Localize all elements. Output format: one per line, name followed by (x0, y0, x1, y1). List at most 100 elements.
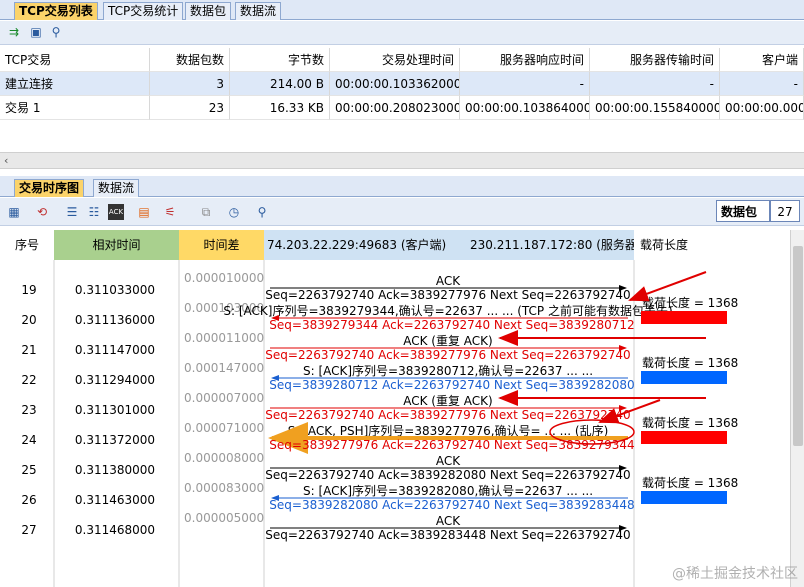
search-icon-2[interactable]: ⚲ (254, 204, 270, 220)
seq-line-text: Seq=2263792740 Ack=3839277976 Next Seq=2… (265, 408, 630, 422)
sequence-diagram: 19 0.311033000 0.000010000 ACK Seq=22637… (21, 260, 738, 587)
color-icon[interactable]: ▤ (136, 204, 152, 220)
row2-server-transfer[interactable]: 00:00:00.155840000 (590, 96, 720, 120)
row1-name[interactable]: 建立连接 (0, 72, 150, 96)
col-header-server-transfer[interactable]: 服务器传输时间 (590, 48, 720, 72)
seq-line-text: Seq=2263792740 Ack=3839277976 Next Seq=2… (265, 288, 630, 302)
seq-line-text: S: [ACK]序列号=3839279344,确认号=22637 ... ...… (223, 303, 672, 318)
seq-line-text: Seq=2263792740 Ack=3839283448 Next Seq=2… (265, 528, 630, 542)
tab-transaction-sequence[interactable]: 交易时序图 (14, 179, 85, 197)
row-no: 19 (21, 283, 36, 297)
row1-bytes[interactable]: 214.00 B (230, 72, 330, 96)
top-toolbar: ⇉ ▣ ⚲ (0, 21, 804, 45)
tab-tcp-transaction-stats[interactable]: TCP交易统计 (103, 2, 184, 20)
payload-bar (641, 311, 727, 324)
row2-bytes[interactable]: 16.33 KB (230, 96, 330, 120)
row-rel-time: 0.311147000 (75, 343, 155, 357)
payload-bar (641, 431, 727, 444)
seq-header-endpoints: 74.203.22.229:49683 (客户端) 230.211.187.17… (264, 230, 634, 260)
payload-label: 载荷长度 = 1368 (642, 475, 738, 490)
row1-client[interactable]: - (720, 72, 804, 96)
row2-transaction-time[interactable]: 00:00:00.208023000 (330, 96, 460, 120)
tab-bottom-data-flow[interactable]: 数据流 (93, 179, 140, 197)
list-icon[interactable]: ☰ (64, 204, 80, 220)
row-rel-time: 0.311380000 (75, 463, 155, 477)
col-header-bytes[interactable]: 字节数 (230, 48, 330, 72)
packet-counter-value: 27 (770, 200, 800, 222)
row1-server-response[interactable]: - (460, 72, 590, 96)
seq-line-text: Seq=3839277976 Ack=2263792740 Next Seq=3… (269, 438, 634, 452)
row1-transaction-time[interactable]: 00:00:00.103362000 (330, 72, 460, 96)
row-no: 23 (21, 403, 36, 417)
row-rel-time: 0.311301000 (75, 403, 155, 417)
sequence-toolbar: ▦ ⟲ ☰ ☷ ACK ▤ ⚟ ⧉ ◷ ⚲ 数据包 27 (0, 198, 804, 226)
row-rel-time: 0.311463000 (75, 493, 155, 507)
tab-packets[interactable]: 数据包 (185, 2, 232, 20)
row-time-diff: 0.000083000 (184, 481, 264, 495)
payload-bar (641, 491, 727, 504)
row2-client[interactable]: 00:00:00.0000 (720, 96, 804, 120)
row1-server-transfer[interactable]: - (590, 72, 720, 96)
top-tab-bar: TCP交易列表 TCP交易统计 数据包 数据流 (0, 0, 804, 20)
row-time-diff: 0.000071000 (184, 421, 264, 435)
seq-line-text: Seq=2263792740 Ack=3839277976 Next Seq=2… (265, 348, 630, 362)
payload-label: 载荷长度 = 1368 (642, 295, 738, 310)
seq-line-text: ACK (436, 514, 461, 528)
row-time-diff: 0.000147000 (184, 361, 264, 375)
transaction-grid: TCP交易 数据包数 字节数 交易处理时间 服务器响应时间 服务器传输时间 客户… (0, 46, 804, 150)
row-rel-time: 0.311136000 (75, 313, 155, 327)
ack-icon[interactable]: ACK (108, 204, 124, 220)
filter-icon[interactable]: ⚟ (162, 204, 178, 220)
row-no: 27 (21, 523, 36, 537)
row-no: 22 (21, 373, 36, 387)
seq-line-text: Seq=3839280712 Ack=2263792740 Next Seq=3… (269, 378, 634, 392)
clock-icon[interactable]: ◷ (226, 204, 242, 220)
seq-header-no: 序号 (0, 230, 54, 260)
row2-packets[interactable]: 23 (150, 96, 230, 120)
row2-name[interactable]: 交易 1 (0, 96, 150, 120)
export-icon[interactable]: ⇉ (6, 24, 22, 40)
seq-line-text: S: [ACK]序列号=3839282080,确认号=22637 ... ... (303, 483, 593, 498)
row-rel-time: 0.311372000 (75, 433, 155, 447)
seq-line-text: S: [ACK, PSH]序列号=3839277976,确认号= ... ...… (288, 423, 609, 438)
row-no: 26 (21, 493, 36, 507)
row-time-diff: 0.000008000 (184, 451, 264, 465)
row-time-diff: 0.000011000 (184, 331, 264, 345)
seq-line-text: ACK (重复 ACK) (403, 394, 493, 408)
row-no: 25 (21, 463, 36, 477)
col-header-client[interactable]: 客户端 (720, 48, 804, 72)
vertical-scrollbar[interactable] (790, 230, 804, 587)
horizontal-scrollbar[interactable]: ‹ (0, 152, 804, 169)
seq-header-time-diff[interactable]: 时间差 (179, 230, 264, 260)
refresh-icon[interactable]: ⟲ (34, 204, 50, 220)
row1-packets[interactable]: 3 (150, 72, 230, 96)
col-header-server-response[interactable]: 服务器响应时间 (460, 48, 590, 72)
seq-line-text: S: [ACK]序列号=3839280712,确认号=22637 ... ... (303, 363, 593, 378)
save-icon[interactable]: ▣ (28, 24, 44, 40)
seq-line-text: Seq=3839282080 Ack=2263792740 Next Seq=3… (269, 498, 634, 512)
row-rel-time: 0.311294000 (75, 373, 155, 387)
payload-label: 载荷长度 = 1368 (642, 355, 738, 370)
row-rel-time: 0.311033000 (75, 283, 155, 297)
seq-line-text: ACK (436, 454, 461, 468)
seq-header-payload: 载荷长度 (634, 230, 790, 260)
seq-header-relative-time[interactable]: 相对时间 (54, 230, 179, 260)
grid-icon[interactable]: ▦ (6, 204, 22, 220)
scroll-left-icon[interactable]: ‹ (4, 153, 8, 169)
col-header-packet-count[interactable]: 数据包数 (150, 48, 230, 72)
watermark: @稀土掘金技术社区 (672, 566, 798, 582)
list-detail-icon[interactable]: ☷ (86, 204, 102, 220)
packet-counter-label: 数据包 (716, 200, 770, 222)
tab-tcp-transaction-list[interactable]: TCP交易列表 (14, 2, 98, 20)
col-header-transaction-time[interactable]: 交易处理时间 (330, 48, 460, 72)
payload-label: 载荷长度 = 1368 (642, 415, 738, 430)
scroll-thumb[interactable] (793, 246, 803, 446)
row2-server-response[interactable]: 00:00:00.103864000 (460, 96, 590, 120)
seq-line-text: ACK (436, 274, 461, 288)
layout-icon[interactable]: ⧉ (198, 204, 214, 220)
col-header-tcp-transaction[interactable]: TCP交易 (0, 48, 150, 72)
seq-line-text: ACK (重复 ACK) (403, 334, 493, 348)
tab-data-flow[interactable]: 数据流 (235, 2, 282, 20)
search-icon[interactable]: ⚲ (48, 24, 64, 40)
payload-bar (641, 371, 727, 384)
